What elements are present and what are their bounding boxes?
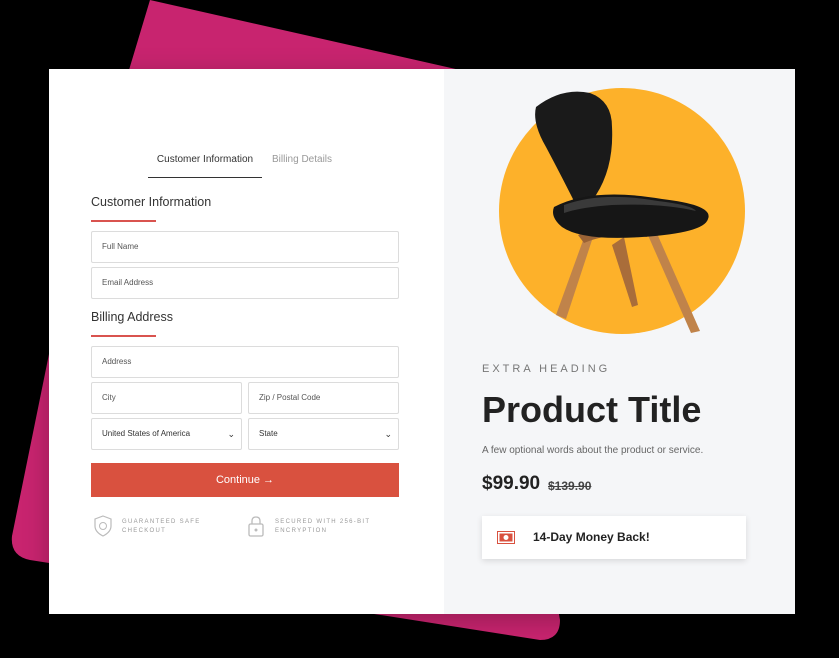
full-name-input[interactable]: Full Name [91,231,399,263]
product-title: Product Title [482,389,702,430]
chevron-down-icon: ⌄ [384,429,392,439]
checkout-card: Customer Information Billing Details Cus… [49,69,795,614]
lock-icon [248,516,264,537]
money-back-box: 14-Day Money Back! [482,516,746,559]
extra-heading: EXTRA HEADING [482,363,611,375]
money-bill-icon [497,531,515,544]
product-old-price: $139.90 [548,479,592,493]
billing-address-heading: Billing Address [91,310,173,324]
continue-button[interactable]: Continue → [91,463,399,497]
safe-checkout-text: GUARANTEED SAFE CHECKOUT [122,519,201,534]
customer-heading-underline [91,220,156,222]
address-input[interactable]: Address [91,346,399,378]
billing-heading-underline [91,335,156,337]
tab-billing-details[interactable]: Billing Details [262,147,342,177]
checkout-tabs: Customer Information Billing Details [148,147,348,178]
tab-customer-information[interactable]: Customer Information [148,147,262,178]
product-description: A few optional words about the product o… [482,445,704,456]
chevron-down-icon: ⌄ [227,429,235,439]
country-select[interactable]: United States of America ⌄ [91,418,242,450]
chair-image [499,88,745,334]
shield-icon [94,515,112,537]
product-panel: EXTRA HEADING Product Title A few option… [444,69,795,614]
encryption-text: SECURED WITH 256-BIT ENCRYPTION [275,519,371,534]
state-select[interactable]: State ⌄ [248,418,399,450]
email-input[interactable]: Email Address [91,267,399,299]
city-input[interactable]: City [91,382,242,414]
zip-input[interactable]: Zip / Postal Code [248,382,399,414]
safe-checkout-badge: GUARANTEED SAFE CHECKOUT [94,515,244,541]
product-price: $99.90 [482,473,541,494]
checkout-form-panel: Customer Information Billing Details Cus… [49,69,444,614]
country-select-value: United States of America [102,429,191,438]
state-select-value: State [259,429,278,438]
encryption-badge: SECURED WITH 256-BIT ENCRYPTION [247,515,397,541]
customer-information-heading: Customer Information [91,195,212,209]
money-back-label: 14-Day Money Back! [533,530,650,544]
